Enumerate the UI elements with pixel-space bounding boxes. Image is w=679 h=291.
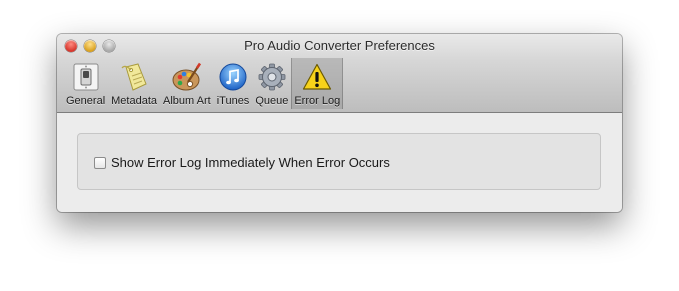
tab-label: iTunes bbox=[216, 95, 250, 107]
tab-label: General bbox=[66, 95, 106, 107]
tag-icon bbox=[118, 61, 150, 93]
tab-metadata[interactable]: Metadata bbox=[108, 58, 160, 109]
itunes-icon bbox=[217, 61, 249, 93]
checkbox-label: Show Error Log Immediately When Error Oc… bbox=[111, 155, 390, 170]
tab-itunes[interactable]: iTunes bbox=[214, 58, 253, 109]
tab-label: Metadata bbox=[111, 95, 158, 107]
warning-icon bbox=[301, 61, 333, 93]
tab-label: Album Art bbox=[163, 95, 211, 107]
palette-icon bbox=[171, 61, 203, 93]
tab-queue[interactable]: Queue bbox=[252, 58, 291, 109]
tab-label: Queue bbox=[255, 95, 289, 107]
tab-general[interactable]: General bbox=[63, 58, 108, 109]
preferences-window: Pro Audio Converter Preferences General bbox=[57, 34, 622, 212]
show-error-log-option[interactable]: Show Error Log Immediately When Error Oc… bbox=[94, 155, 390, 170]
tab-album-art[interactable]: Album Art bbox=[160, 58, 214, 109]
tab-error-log[interactable]: Error Log bbox=[291, 58, 344, 109]
error-log-settings-box: Show Error Log Immediately When Error Oc… bbox=[77, 133, 601, 190]
preferences-toolbar: General Metadata Album Art iTunes Queue … bbox=[63, 58, 344, 112]
show-error-log-checkbox[interactable] bbox=[94, 156, 106, 169]
gear-icon bbox=[256, 61, 288, 93]
window-title: Pro Audio Converter Preferences bbox=[244, 38, 435, 53]
tab-label: Error Log bbox=[294, 95, 341, 107]
titlebar: Pro Audio Converter Preferences General bbox=[57, 34, 622, 113]
light-switch-icon bbox=[70, 61, 102, 93]
content-area: Show Error Log Immediately When Error Oc… bbox=[57, 113, 622, 212]
